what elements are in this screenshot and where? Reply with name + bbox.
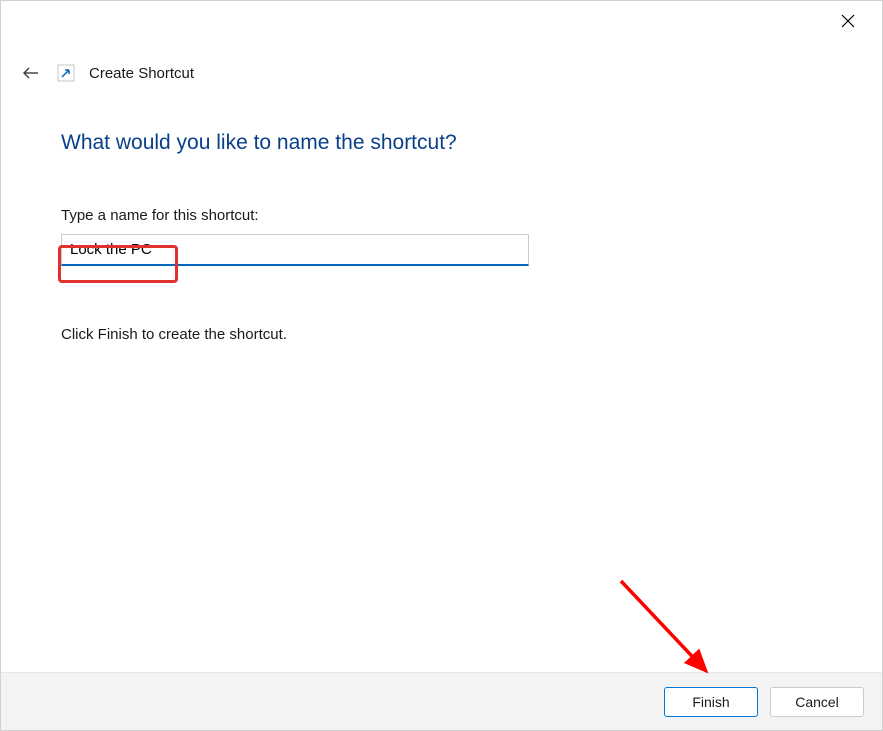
- content-area: What would you like to name the shortcut…: [1, 101, 882, 672]
- back-button[interactable]: [19, 61, 43, 85]
- cancel-button[interactable]: Cancel: [770, 687, 864, 717]
- name-field-label: Type a name for this shortcut:: [61, 207, 822, 224]
- close-button[interactable]: [832, 5, 864, 37]
- header-row: Create Shortcut: [1, 41, 882, 101]
- shortcut-name-input[interactable]: [61, 234, 529, 266]
- instruction-text: Click Finish to create the shortcut.: [61, 326, 822, 343]
- titlebar: [1, 1, 882, 41]
- wizard-footer: Finish Cancel: [1, 672, 882, 730]
- create-shortcut-wizard-window: Create Shortcut What would you like to n…: [0, 0, 883, 731]
- finish-button[interactable]: Finish: [664, 687, 758, 717]
- page-title: Create Shortcut: [89, 65, 194, 82]
- close-icon: [841, 14, 855, 28]
- wizard-heading: What would you like to name the shortcut…: [61, 131, 822, 155]
- shortcut-icon: [57, 64, 75, 82]
- back-arrow-icon: [21, 63, 41, 83]
